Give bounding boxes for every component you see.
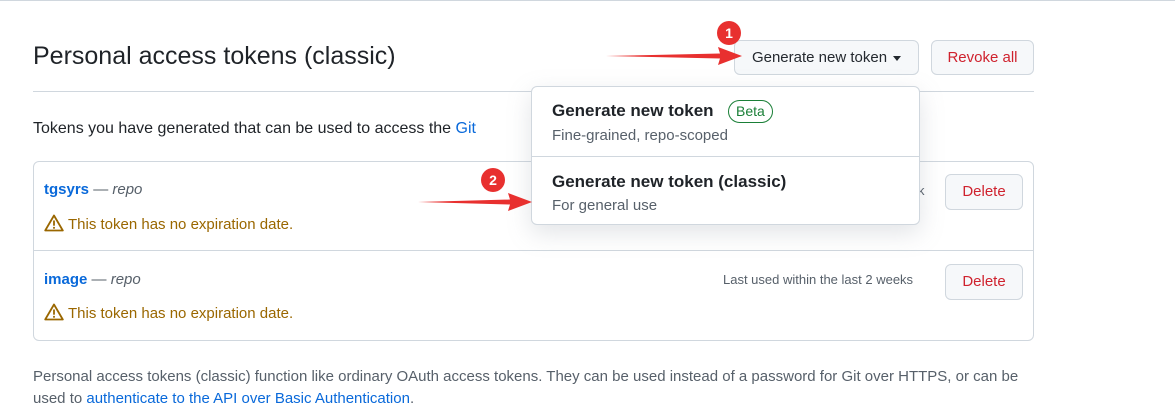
token-scope: repo [110, 271, 141, 288]
token-name-separator: — [89, 181, 113, 198]
alert-icon [44, 303, 64, 321]
menu-item-title: Generate new token [552, 101, 714, 120]
revoke-all-button[interactable]: Revoke all [931, 40, 1034, 75]
token-row-title: image — repo [44, 270, 141, 290]
annotation-badge-2: 2 [481, 168, 505, 192]
menu-item-title: Generate new token (classic) [552, 172, 787, 191]
alert-icon [44, 214, 64, 232]
delete-token-button[interactable]: Delete [945, 264, 1023, 300]
token-expiration-warning: This token has no expiration date. [44, 214, 293, 235]
delete-token-button[interactable]: Delete [945, 174, 1023, 210]
caret-down-icon [893, 55, 902, 61]
token-expiration-warning-text: This token has no expiration date. [68, 216, 294, 233]
menu-item-description: For general use [552, 197, 658, 214]
token-last-used: Last used within the last 2 weeks [723, 272, 914, 287]
top-border [0, 0, 1175, 1]
menu-item-classic-token[interactable]: Generate new token (classic) For general… [532, 157, 919, 224]
token-separator [33, 250, 1034, 251]
footer-auth-link[interactable]: authenticate to the API over Basic Authe… [86, 390, 410, 406]
token-expiration-warning-text: This token has no expiration date. [68, 305, 294, 322]
intro-link[interactable]: Git [456, 120, 476, 137]
page-title: Personal access tokens (classic) [33, 42, 396, 70]
annotation-badge-1: 1 [717, 21, 741, 45]
generate-new-token-button[interactable]: Generate new token [734, 40, 919, 75]
token-expiration-warning: This token has no expiration date. [44, 303, 293, 324]
token-row-title: tgsyrs — repo [44, 180, 142, 200]
token-name-separator: — [87, 271, 111, 288]
beta-badge: Beta [728, 100, 773, 123]
footer-description: Personal access tokens (classic) functio… [33, 366, 1043, 406]
intro-text: Tokens you have generated that can be us… [33, 118, 476, 140]
generate-new-token-label: Generate new token [751, 49, 888, 66]
generate-token-dropdown: Generate new token Beta Fine-grained, re… [531, 86, 920, 225]
token-scope: repo [112, 181, 143, 198]
annotation-arrow-2 [418, 193, 532, 211]
menu-item-fine-grained-token[interactable]: Generate new token Beta Fine-grained, re… [532, 87, 919, 156]
annotation-arrow-1 [606, 47, 742, 65]
footer-suffix: . [409, 390, 415, 406]
token-name-link[interactable]: tgsyrs [44, 181, 89, 198]
intro-text-body: Tokens you have generated that can be us… [33, 120, 456, 137]
menu-item-description: Fine-grained, repo-scoped [552, 127, 728, 144]
token-name-link[interactable]: image [44, 271, 87, 288]
